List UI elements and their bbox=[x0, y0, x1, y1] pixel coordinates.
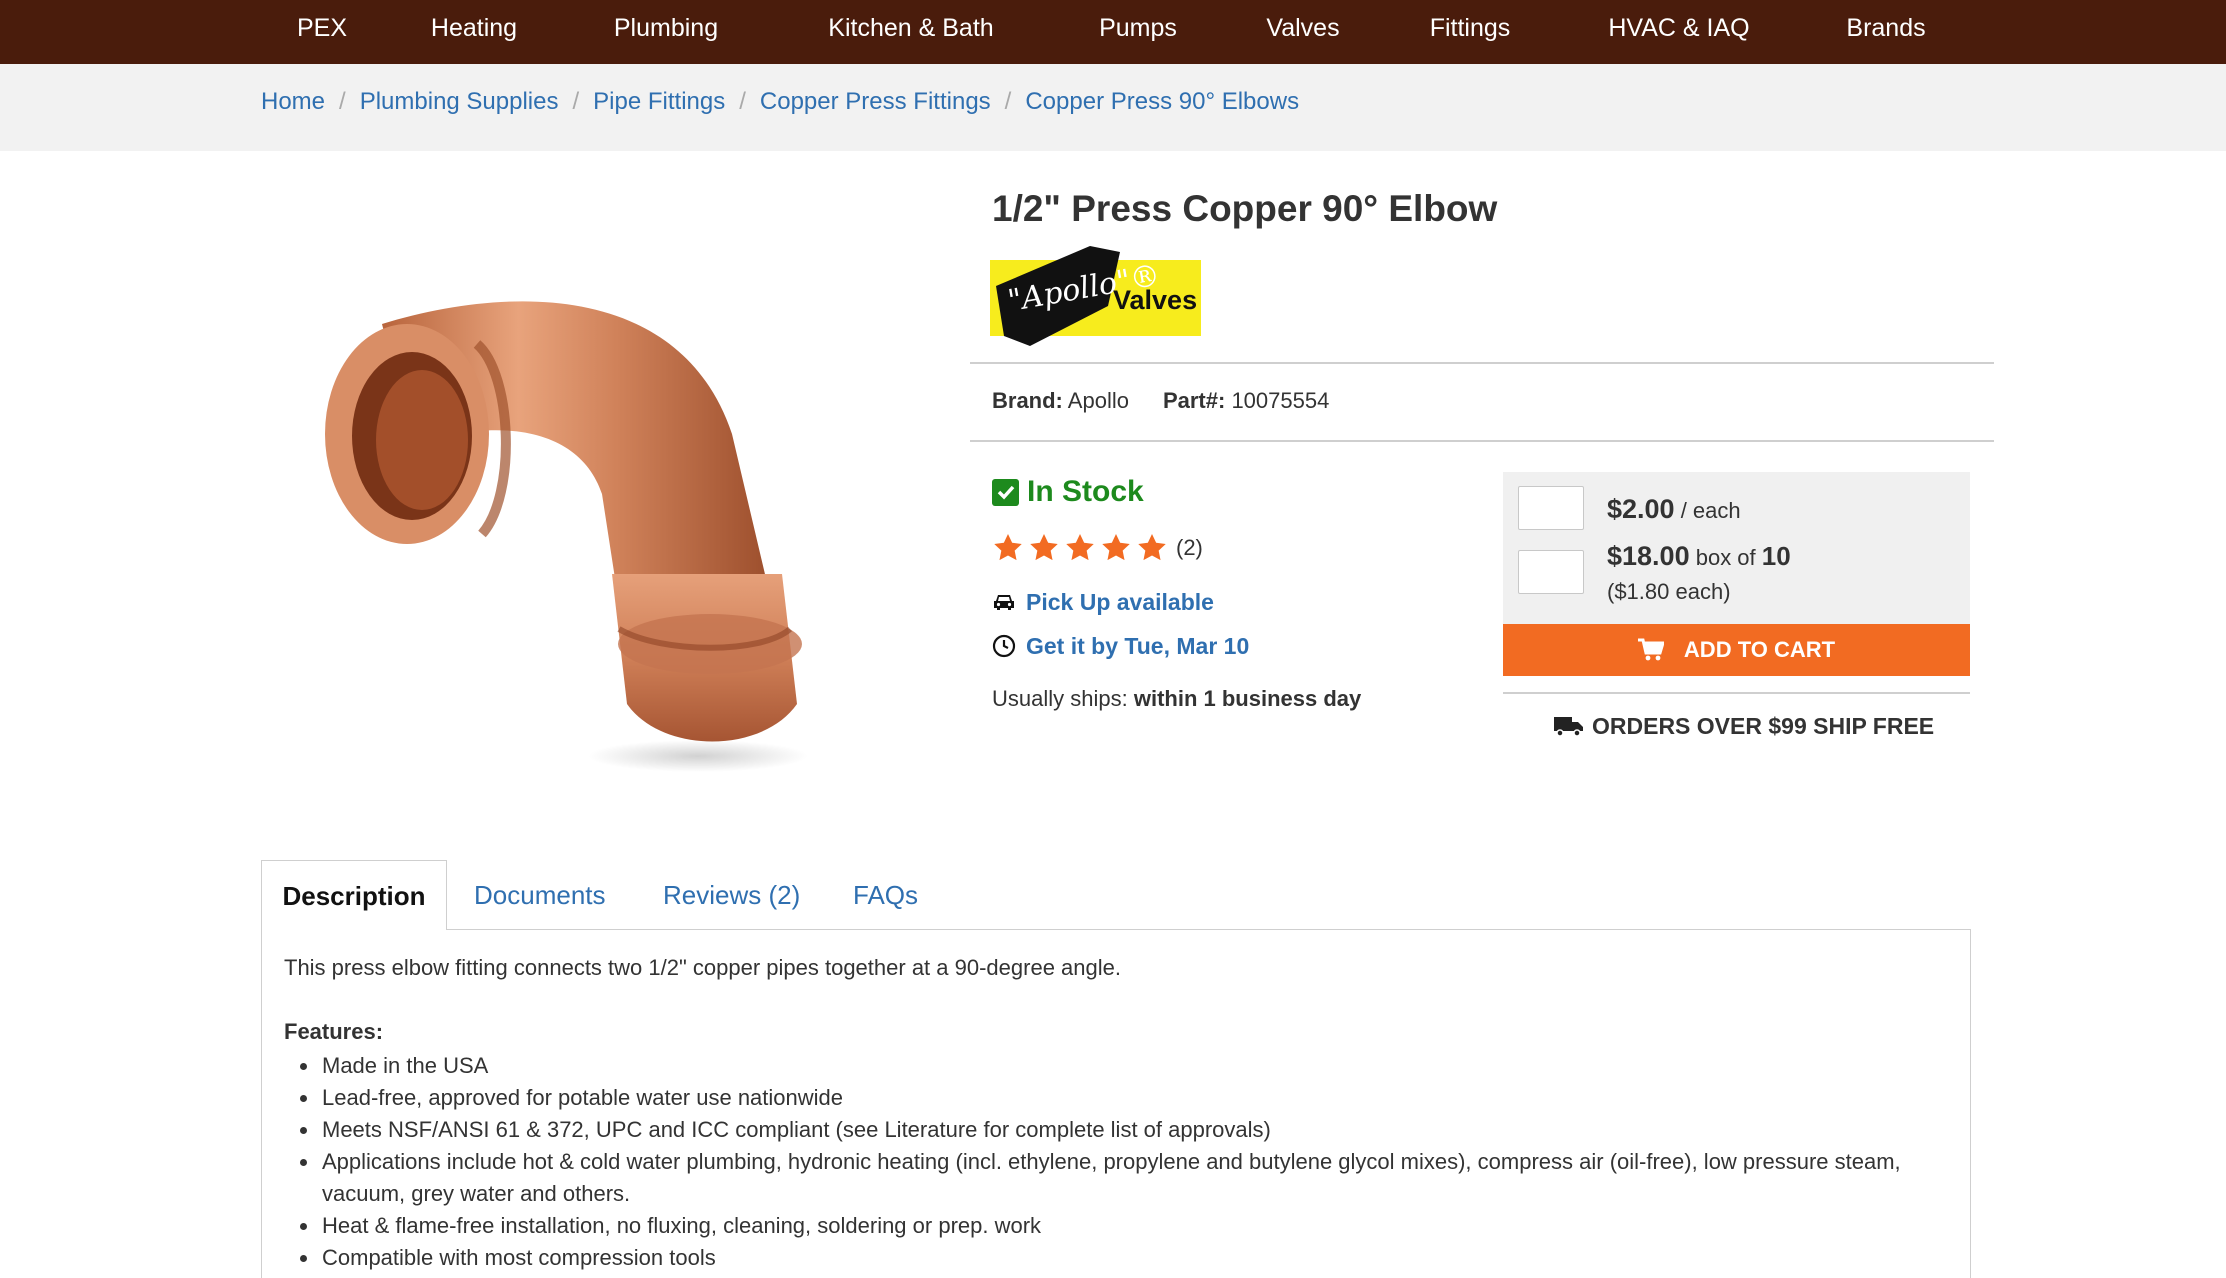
tab-documents[interactable]: Documents bbox=[474, 860, 606, 930]
nav-item-pumps[interactable]: Pumps bbox=[1099, 0, 1177, 56]
cart-icon bbox=[1637, 638, 1664, 661]
divider bbox=[1503, 692, 1970, 694]
box-quantity: 10 bbox=[1761, 541, 1791, 571]
list-item: Applications include hot & cold water pl… bbox=[284, 1146, 1954, 1210]
price-each: $2.00 / each bbox=[1607, 494, 1741, 525]
brand-logo[interactable]: "Apollo"® Valves bbox=[990, 246, 1201, 348]
breadcrumb-home[interactable]: Home bbox=[261, 88, 325, 115]
product-image[interactable] bbox=[262, 174, 942, 854]
price-box-amount: $18.00 bbox=[1607, 541, 1690, 571]
breadcrumb: Home / Plumbing Supplies / Pipe Fittings / Cop… bbox=[261, 88, 1299, 116]
review-count[interactable]: (2) bbox=[1176, 535, 1203, 561]
breadcrumb-copper-press-fittings[interactable]: Copper Press Fittings bbox=[760, 88, 991, 115]
list-item: Lead-free, approved for potable water us… bbox=[284, 1082, 1954, 1114]
ships-label: Usually ships: bbox=[992, 686, 1128, 711]
list-item: Heat & flame-free installation, no fluxi… bbox=[284, 1210, 1954, 1242]
delivery-text: Get it by Tue, Mar 10 bbox=[1026, 632, 1250, 659]
divider bbox=[970, 440, 1994, 442]
brand-label: Brand: bbox=[992, 388, 1063, 413]
top-navigation: PEX Heating Plumbing Kitchen & Bath Pump… bbox=[0, 0, 2226, 64]
description-intro: This press elbow fitting connects two 1/… bbox=[284, 955, 1121, 980]
part-value: 10075554 bbox=[1231, 388, 1330, 413]
rating[interactable]: (2) bbox=[992, 530, 1203, 566]
truck-icon bbox=[1554, 717, 1583, 737]
add-to-cart-button[interactable]: ADD TO CART bbox=[1503, 624, 1970, 676]
product-meta: Brand: Apollo Part#: 10075554 bbox=[992, 388, 1329, 414]
breadcrumb-separator: / bbox=[1004, 88, 1012, 115]
nav-item-plumbing[interactable]: Plumbing bbox=[614, 0, 718, 56]
breadcrumb-separator: / bbox=[572, 88, 580, 115]
part-label: Part#: bbox=[1162, 388, 1226, 413]
free-shipping-banner: ORDERS OVER $99 SHIP FREE bbox=[1554, 710, 1934, 742]
divider bbox=[970, 362, 1994, 364]
star-icon bbox=[1066, 534, 1094, 561]
tab-reviews[interactable]: Reviews (2) bbox=[663, 860, 800, 930]
star-icon bbox=[1030, 534, 1058, 561]
price-box: $18.00 box of 10 bbox=[1607, 541, 1791, 572]
star-icon bbox=[994, 534, 1022, 561]
features-list: Made in the USA Lead-free, approved for … bbox=[284, 1050, 1954, 1274]
nav-item-hvac-iaq[interactable]: HVAC & IAQ bbox=[1608, 0, 1749, 56]
star-icon bbox=[1102, 534, 1130, 561]
features-heading: Features: bbox=[284, 1019, 384, 1044]
ships-value: within 1 business day bbox=[1133, 686, 1362, 711]
breadcrumb-pipe-fittings[interactable]: Pipe Fittings bbox=[593, 88, 725, 115]
clock-icon bbox=[992, 634, 1016, 658]
pickup-text: Pick Up available bbox=[1026, 588, 1214, 615]
car-icon bbox=[994, 595, 1014, 610]
stock-text: In Stock bbox=[1027, 475, 1144, 508]
star-icon bbox=[1138, 534, 1166, 561]
nav-item-heating[interactable]: Heating bbox=[431, 0, 517, 56]
nav-item-valves[interactable]: Valves bbox=[1266, 0, 1339, 56]
stock-status: In Stock bbox=[992, 474, 1144, 510]
tab-description[interactable]: Description bbox=[261, 860, 447, 930]
nav-item-fittings[interactable]: Fittings bbox=[1430, 0, 1511, 56]
nav-item-brands[interactable]: Brands bbox=[1846, 0, 1925, 56]
ships-info: Usually ships: within 1 business day bbox=[992, 686, 1361, 712]
breadcrumb-separator: / bbox=[339, 88, 346, 115]
quantity-box-input[interactable] bbox=[1518, 550, 1584, 594]
list-item: Made in the USA bbox=[284, 1050, 1954, 1082]
price-each-amount: $2.00 bbox=[1607, 494, 1675, 524]
nav-item-kitchen-bath[interactable]: Kitchen & Bath bbox=[828, 0, 993, 56]
price-each-suffix: / each bbox=[1680, 498, 1741, 523]
nav-item-pex[interactable]: PEX bbox=[297, 0, 347, 56]
breadcrumb-copper-press-90-elbows[interactable]: Copper Press 90° Elbows bbox=[1025, 88, 1299, 115]
quantity-each-input[interactable] bbox=[1518, 486, 1584, 530]
product-title: 1/2" Press Copper 90° Elbow bbox=[992, 188, 1498, 229]
tab-faqs[interactable]: FAQs bbox=[853, 860, 918, 930]
breadcrumb-plumbing-supplies[interactable]: Plumbing Supplies bbox=[360, 88, 559, 115]
brand-value: Apollo bbox=[1067, 388, 1129, 413]
pickup-link[interactable]: Pick Up available bbox=[992, 586, 1214, 618]
price-box-unit: ($1.80 each) bbox=[1607, 579, 1731, 604]
check-icon bbox=[992, 478, 1019, 506]
price-box-prefix: box of bbox=[1695, 545, 1756, 570]
list-item: Meets NSF/ANSI 61 & 372, UPC and ICC com… bbox=[284, 1114, 1954, 1146]
brand-logo-suffix: Valves bbox=[1113, 285, 1197, 315]
list-item: Compatible with most compression tools bbox=[284, 1242, 1954, 1274]
free-shipping-text: ORDERS OVER $99 SHIP FREE bbox=[1592, 712, 1935, 739]
delivery-date-link[interactable]: Get it by Tue, Mar 10 bbox=[992, 630, 1249, 662]
add-to-cart-label: ADD TO CART bbox=[1683, 637, 1836, 662]
breadcrumb-separator: / bbox=[739, 88, 746, 115]
